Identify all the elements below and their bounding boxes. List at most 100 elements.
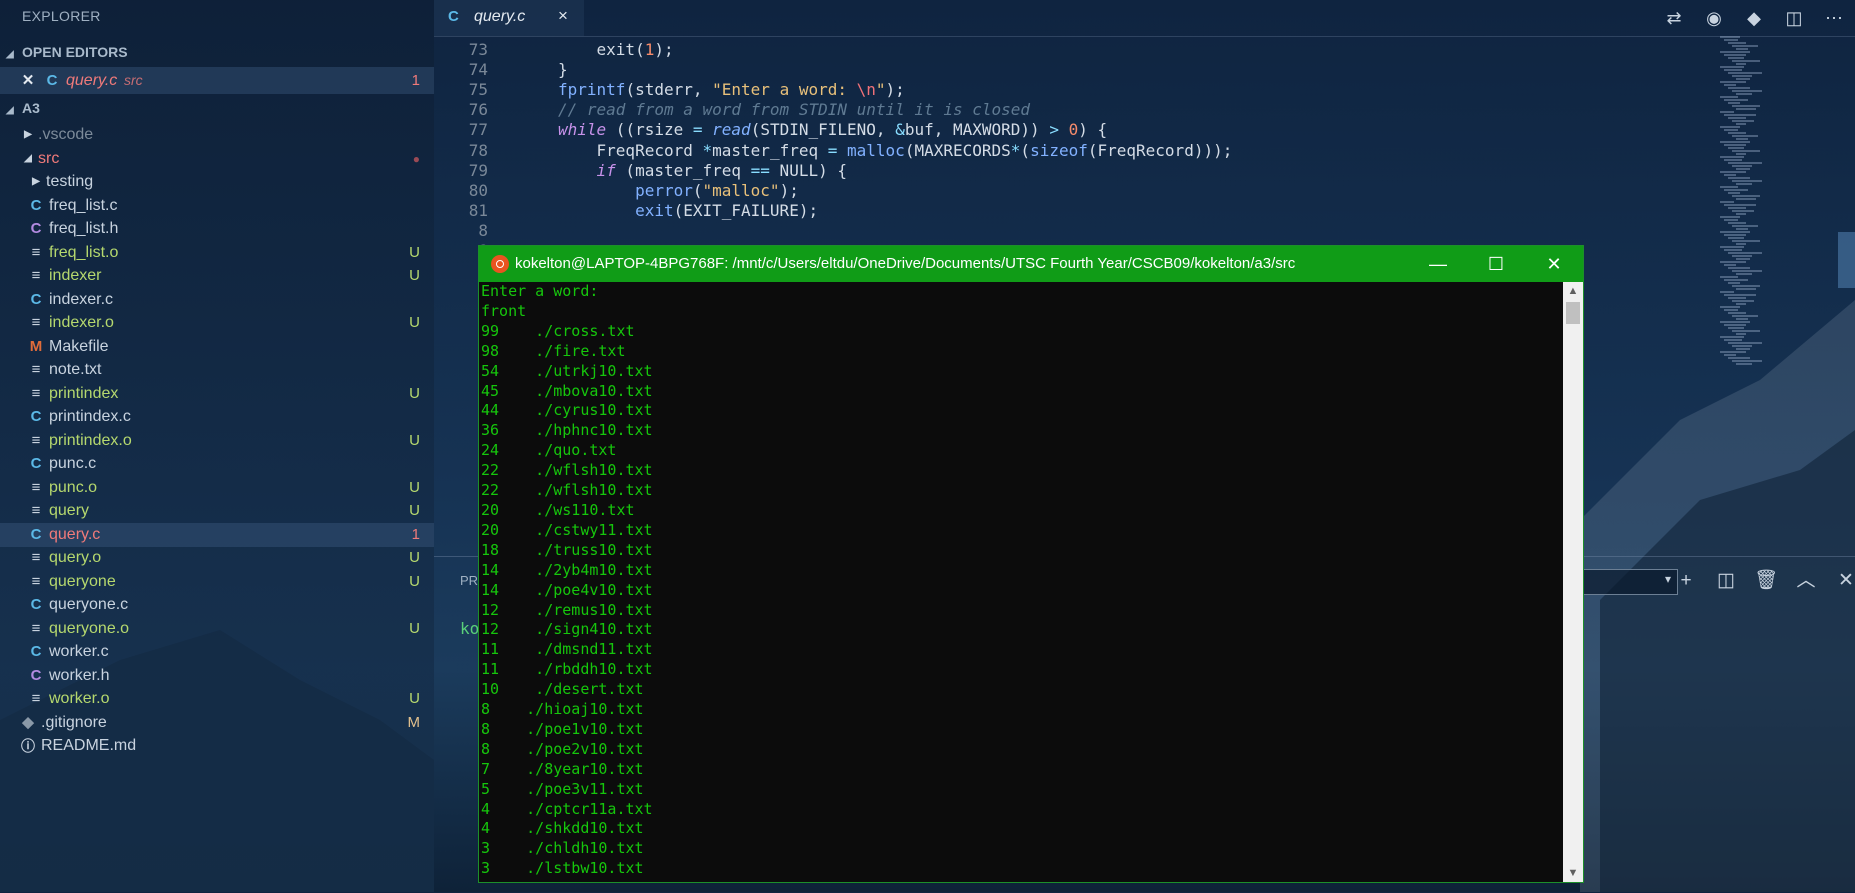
chevron-down-icon: ◢ xyxy=(6,49,14,60)
minimap-line xyxy=(1728,72,1762,74)
file-name: printindex.c xyxy=(49,408,131,425)
file-tree-item[interactable]: ≡ printindex U xyxy=(0,382,434,406)
terminal-line: 12 ./sign410.txt xyxy=(481,620,653,639)
file-tree-item[interactable]: ≡ freq_list.o U xyxy=(0,241,434,265)
code-line: perror("malloc"); xyxy=(635,180,799,200)
terminal-scrollbar[interactable]: ▲ ▼ xyxy=(1563,282,1583,882)
minimap-line xyxy=(1728,252,1762,254)
minimap-line xyxy=(1724,279,1748,281)
editor-scrollbar-thumb[interactable] xyxy=(1838,232,1855,288)
file-tree-item[interactable]: ≡ note.txt xyxy=(0,358,434,382)
file-tree-item[interactable]: ≡ worker.o U xyxy=(0,687,434,711)
minimap-line xyxy=(1732,45,1758,47)
file-tree-item[interactable]: ≡ queryone.o U xyxy=(0,617,434,641)
minimap-line xyxy=(1736,63,1746,65)
terminal-line: 98 ./fire.txt xyxy=(481,341,626,360)
terminal-line: 99 ./cross.txt xyxy=(481,321,635,340)
file-tree-item[interactable]: ▶ testing xyxy=(0,170,434,194)
file-tree-item[interactable]: Cindexer.c xyxy=(0,288,434,312)
file-tree-item[interactable]: ≡ indexer U xyxy=(0,264,434,288)
minimap-line xyxy=(1724,249,1742,251)
file-tree-item[interactable]: ≡ queryone U xyxy=(0,570,434,594)
file-name: punc.c xyxy=(49,455,97,472)
terminal-title-bar[interactable]: kokelton@LAPTOP-4BPG768F: /mnt/c/Users/e… xyxy=(479,246,1583,282)
compare-changes-icon[interactable]: ⇄ xyxy=(1662,6,1686,30)
terminal-output[interactable]: Enter a word: front 99 ./cross.txt 98 ./fir… xyxy=(481,282,1561,882)
file-tree-item[interactable]: ◆ .gitignore M xyxy=(0,711,434,735)
close-panel-icon[interactable]: ✕ xyxy=(1834,569,1855,593)
git-icon[interactable]: ◆ xyxy=(1742,6,1766,30)
file-tree-item[interactable]: ≡ punc.o U xyxy=(0,476,434,500)
file-tree-item[interactable]: M Makefile xyxy=(0,335,434,359)
minimap-line xyxy=(1720,171,1746,173)
file-tree-item[interactable]: Cfreq_list.h xyxy=(0,217,434,241)
file-tree-item[interactable]: Cquery.c 1 xyxy=(0,522,434,547)
file-tree-item[interactable]: ≡ printindex.o U xyxy=(0,429,434,453)
minimap-line xyxy=(1732,180,1762,182)
minimap-line xyxy=(1728,222,1746,224)
minimap-line xyxy=(1720,216,1740,218)
minimap-line xyxy=(1720,36,1740,38)
open-preview-icon[interactable]: ◉ xyxy=(1702,6,1726,30)
maximize-button[interactable]: ☐ xyxy=(1467,246,1525,282)
open-editor-folder: src xyxy=(124,72,143,88)
minimap-line xyxy=(1736,213,1746,215)
line-number: 78 xyxy=(468,140,488,160)
chevron-down-icon: ◢ xyxy=(6,105,14,116)
file-name: worker.h xyxy=(49,666,110,684)
terminal-line: 18 ./truss10.txt xyxy=(481,540,653,559)
close-icon[interactable]: ✕ xyxy=(20,67,36,94)
minimize-button[interactable]: — xyxy=(1409,246,1467,282)
file-tree-item[interactable]: Cqueryone.c xyxy=(0,593,434,617)
terminal-scroll-thumb[interactable] xyxy=(1566,302,1580,324)
file-tree-item[interactable]: ◢ src ● xyxy=(0,147,434,171)
maximize-panel-icon[interactable]: ︿ xyxy=(1794,569,1818,593)
close-window-button[interactable]: ✕ xyxy=(1525,246,1583,282)
c-file-icon: C xyxy=(30,525,42,543)
file-lines-icon: ≡ xyxy=(31,314,41,331)
minimap[interactable] xyxy=(1716,36,1826,396)
new-terminal-icon[interactable]: + xyxy=(1674,569,1698,593)
file-tree-item[interactable]: Cpunc.c xyxy=(0,452,434,476)
close-tab-icon[interactable]: × xyxy=(558,6,568,26)
open-editors-header[interactable]: ◢ OPEN EDITORS xyxy=(0,39,128,65)
file-tree-item[interactable]: ⓘ README.md xyxy=(0,734,434,758)
file-tree-item[interactable]: Cfreq_list.c xyxy=(0,194,434,218)
minimap-line xyxy=(1724,339,1742,341)
terminal-window[interactable]: kokelton@LAPTOP-4BPG768F: /mnt/c/Users/e… xyxy=(478,245,1584,883)
project-header[interactable]: ◢ A3 xyxy=(0,95,40,121)
git-status-badge: M xyxy=(407,713,421,731)
split-terminal-icon[interactable]: ◫ xyxy=(1714,569,1738,593)
chevron-right-icon: ▶ xyxy=(32,176,40,187)
open-editor-item[interactable]: ✕ C query.c src 1 xyxy=(0,67,434,94)
terminal-line: Enter a word: xyxy=(481,282,599,300)
file-name: queryone.c xyxy=(49,596,129,613)
file-name: worker.o xyxy=(49,690,110,707)
chevron-right-icon: ▶ xyxy=(24,129,32,140)
minimap-line xyxy=(1720,351,1746,353)
minimap-line xyxy=(1724,144,1746,146)
more-actions-icon[interactable]: ⋯ xyxy=(1822,6,1846,30)
tab-query-c[interactable]: C query.c × xyxy=(434,0,584,36)
file-tree-item[interactable]: Cworker.h xyxy=(0,664,434,688)
file-lines-icon: ≡ xyxy=(31,267,41,284)
terminal-line: 4 ./shkdd10.txt xyxy=(481,819,644,838)
minimap-line xyxy=(1720,231,1750,233)
file-tree-item[interactable]: ≡ query.o U xyxy=(0,546,434,570)
file-tree-item[interactable]: Cprintindex.c xyxy=(0,405,434,429)
minimap-line xyxy=(1736,273,1752,275)
minimap-line xyxy=(1720,321,1750,323)
scroll-down-icon[interactable]: ▼ xyxy=(1563,864,1583,882)
split-editor-icon[interactable]: ◫ xyxy=(1782,6,1806,30)
file-tree-item[interactable]: Cworker.c xyxy=(0,640,434,664)
makefile-icon: M xyxy=(29,337,43,355)
git-status-badge: 1 xyxy=(411,525,420,543)
minimap-line xyxy=(1736,153,1746,155)
file-tree-item[interactable]: ≡ indexer.o U xyxy=(0,311,434,335)
file-tree-item[interactable]: ▶ .vscode xyxy=(0,123,434,147)
file-name: note.txt xyxy=(49,361,102,378)
terminal-line: 3 ./lstbw10.txt xyxy=(481,859,644,878)
file-tree-item[interactable]: ≡ query U xyxy=(0,499,434,523)
kill-terminal-icon[interactable]: 🗑 xyxy=(1754,569,1778,593)
scroll-up-icon[interactable]: ▲ xyxy=(1563,282,1583,300)
